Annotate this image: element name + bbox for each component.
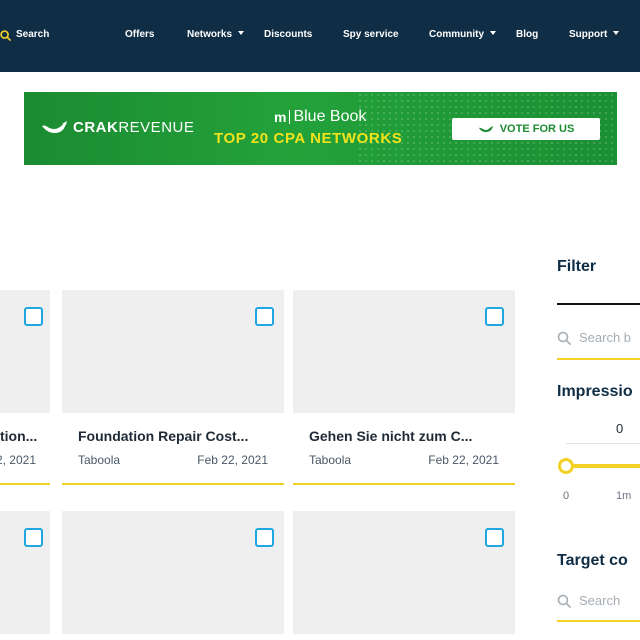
card-underline — [0, 483, 50, 485]
filter-search-input[interactable]: Search b — [557, 330, 631, 345]
impressions-slider-track[interactable] — [566, 464, 640, 468]
advertisement-banner[interactable]: CRAKREVENUE m Blue Book TOP 20 CPA NETWO… — [24, 92, 617, 165]
target-search-input[interactable]: Search — [557, 593, 620, 608]
search-underline — [557, 358, 640, 360]
nav-spy-service-label: Spy service — [343, 29, 399, 40]
impressions-heading: Impressio — [557, 383, 633, 400]
nav-support-label: Support — [569, 29, 608, 40]
impressions-min-field[interactable] — [566, 412, 640, 444]
slider-tick-label: 0 — [563, 490, 570, 502]
nav-discounts-label: Discounts — [264, 29, 313, 40]
nav-search-label: Search — [16, 29, 50, 40]
impressions-slider-handle[interactable] — [558, 458, 574, 474]
banner-headline: TOP 20 CPA NETWORKS — [214, 130, 403, 147]
select-checkbox[interactable] — [485, 307, 504, 326]
search-icon — [557, 331, 571, 345]
nav-blog-label: Blog — [516, 29, 539, 40]
ad-title[interactable]: Gehen Sie nicht zum C... — [309, 428, 505, 444]
chevron-down-icon — [238, 31, 245, 36]
brand-bold: CRAK — [73, 119, 119, 136]
crakrevenue-logo: CRAKREVENUE — [40, 119, 194, 136]
nav-blog[interactable]: Blog — [516, 28, 538, 42]
vote-for-us-button[interactable]: VOTE FOR US — [452, 118, 600, 140]
ad-thumbnail — [293, 290, 515, 413]
card-underline — [293, 483, 515, 485]
target-country-heading: Target co — [557, 552, 628, 569]
search-icon — [0, 29, 11, 41]
ad-thumbnail — [293, 511, 515, 634]
impressions-min-value: 0 — [616, 421, 624, 436]
card-underline — [62, 483, 284, 485]
filter-heading: Filter — [557, 258, 597, 275]
blue-book-label: Blue Book — [293, 108, 367, 125]
ad-source: Taboola — [309, 453, 352, 467]
nav-discounts[interactable]: Discounts — [264, 28, 312, 42]
select-checkbox[interactable] — [255, 307, 274, 326]
whale-icon — [42, 120, 67, 133]
filter-underline — [557, 303, 640, 305]
nav-networks-label: Networks — [187, 29, 233, 40]
select-checkbox[interactable] — [485, 528, 504, 547]
nav-offers[interactable]: Offers — [125, 28, 154, 42]
select-checkbox[interactable] — [24, 528, 43, 547]
target-search-underline — [557, 620, 640, 622]
nav-search[interactable]: Search — [0, 28, 49, 42]
slider-tick-label: 1m — [616, 490, 632, 502]
ad-title[interactable]: tion... — [0, 428, 40, 444]
select-checkbox[interactable] — [24, 307, 43, 326]
ad-date: Feb 22, 2021 — [428, 453, 499, 467]
blue-book-mark: m — [274, 109, 287, 125]
nav-community-label: Community — [429, 29, 484, 40]
ad-source: Taboola — [78, 453, 121, 467]
whale-icon — [478, 126, 493, 132]
nav-community[interactable]: Community — [429, 28, 496, 42]
search-icon — [557, 594, 571, 608]
target-search-placeholder: Search — [579, 593, 621, 608]
ad-date: 2, 2021 — [0, 453, 36, 467]
chevron-down-icon — [490, 31, 496, 36]
nav-networks[interactable]: Networks — [187, 28, 245, 42]
select-checkbox[interactable] — [255, 528, 274, 547]
divider — [289, 110, 291, 124]
ad-title[interactable]: Foundation Repair Cost... — [78, 428, 274, 444]
nav-spy-service[interactable]: Spy service — [343, 28, 399, 42]
blue-book-heading: m Blue Book — [274, 108, 366, 126]
nav-offers-label: Offers — [125, 29, 155, 40]
ad-thumbnail — [62, 290, 284, 413]
ad-date: Feb 22, 2021 — [197, 453, 268, 467]
page: Search Offers Networks Discounts Spy ser… — [0, 0, 640, 640]
top-navigation-bar: Search Offers Networks Discounts Spy ser… — [0, 0, 640, 72]
brand-regular: REVENUE — [118, 119, 195, 136]
filter-search-placeholder: Search b — [579, 330, 632, 345]
vote-for-us-label: VOTE FOR US — [499, 123, 575, 135]
ad-thumbnail — [62, 511, 284, 634]
chevron-down-icon — [613, 31, 620, 36]
nav-support[interactable]: Support — [569, 28, 620, 42]
